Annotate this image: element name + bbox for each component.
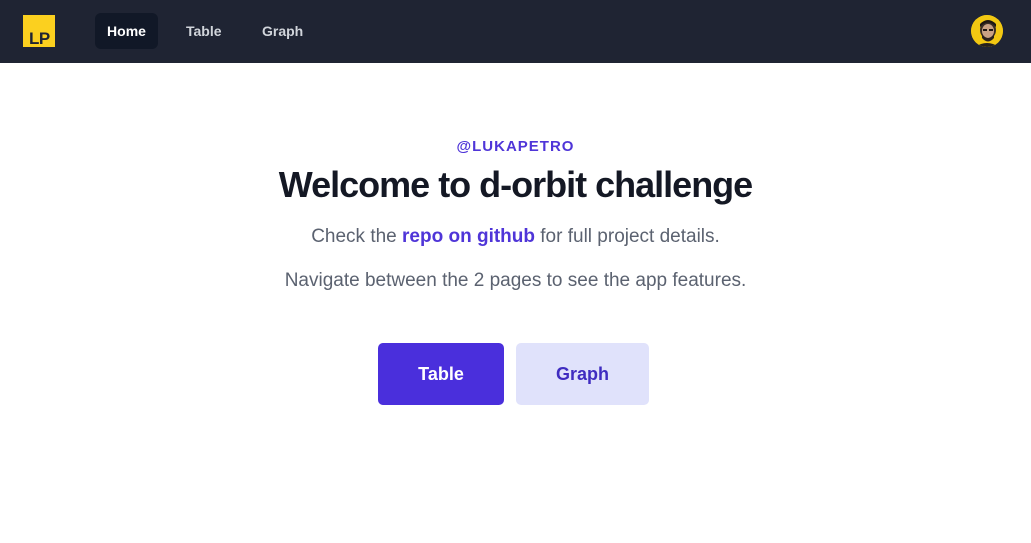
nav-link-table[interactable]: Table bbox=[174, 13, 234, 49]
hero-eyebrow: @LUKAPETRO bbox=[456, 138, 575, 155]
github-repo-link[interactable]: repo on github bbox=[402, 226, 535, 247]
hero-description-suffix: for full project details. bbox=[535, 226, 720, 247]
nav-link-graph[interactable]: Graph bbox=[250, 13, 315, 49]
page-title: Welcome to d-orbit challenge bbox=[278, 164, 753, 205]
table-button[interactable]: Table bbox=[378, 343, 504, 405]
logo[interactable]: LP bbox=[23, 15, 55, 47]
avatar-face-icon bbox=[971, 15, 1003, 47]
user-avatar-icon[interactable] bbox=[971, 15, 1003, 47]
nav-link-home[interactable]: Home bbox=[95, 13, 158, 49]
logo-text: LP bbox=[29, 29, 50, 47]
top-navbar: LP Home Table Graph bbox=[0, 0, 1031, 63]
graph-button[interactable]: Graph bbox=[516, 343, 649, 405]
hero-description: Check the repo on github for full projec… bbox=[0, 226, 1031, 248]
hero-description-prefix: Check the bbox=[311, 226, 403, 247]
hero-navigation-hint: Navigate between the 2 pages to see the … bbox=[284, 270, 747, 291]
